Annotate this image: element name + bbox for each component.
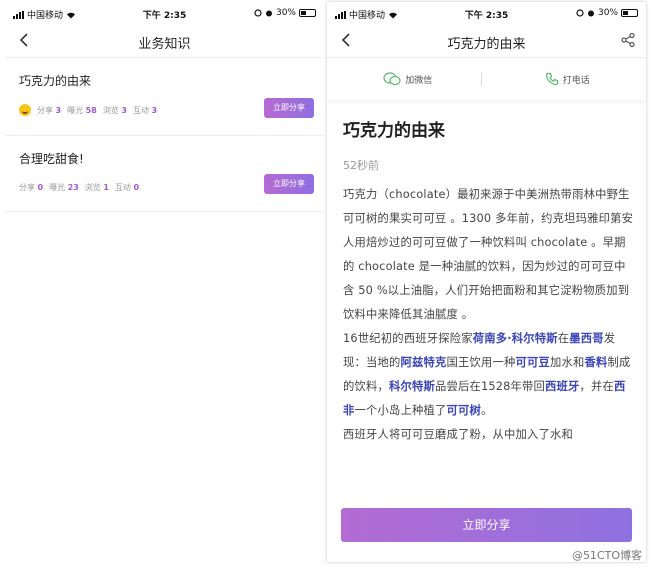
link-cocoa-tree[interactable]: 可可树 — [446, 404, 481, 417]
page-title: 业务知识 — [138, 37, 191, 52]
share-stat: 分享 3 — [37, 105, 62, 115]
location-icon — [576, 9, 584, 17]
item-title: 合理吃甜食! — [19, 152, 84, 166]
interact-stat: 互动 0 — [114, 183, 140, 192]
article-body: 巧克力的由来 52秒前 巧克力（chocolate）最初来源于中美洲热带雨林中野… — [327, 100, 646, 447]
link-cortes[interactable]: 科尔特斯 — [389, 380, 435, 393]
alarm-icon — [587, 10, 594, 17]
nav-bar: 业务知识 — [5, 24, 324, 58]
article-paragraph-1: 巧克力（chocolate）最初来源于中美洲热带雨林中野生可可树的果实可可豆 。… — [343, 188, 634, 321]
screenshot-canvas: 中国移动 下午 2:35 30% 业务知识 巧克力的由来 分享 3 曝光 58 … — [0, 0, 650, 569]
page-title: 巧克力的由来 — [447, 37, 526, 52]
link-spice[interactable]: 香料 — [584, 356, 607, 369]
share-now-button[interactable]: 立即分享 — [264, 174, 314, 194]
share-now-button[interactable]: 立即分享 — [341, 508, 632, 542]
battery-icon — [621, 9, 638, 17]
article-time: 52秒前 — [343, 159, 379, 172]
view-stat: 浏览 3 — [102, 105, 127, 115]
phone-list-screen: 中国移动 下午 2:35 30% 业务知识 巧克力的由来 分享 3 曝光 58 … — [5, 2, 324, 562]
item-title: 巧克力的由来 — [19, 74, 92, 88]
nav-bar: 巧克力的由来 — [327, 24, 646, 58]
view-stat: 浏览 1 — [84, 183, 109, 192]
phone-article-screen: 中国移动 下午 2:35 30% 巧克力的由来 加微信 打电话 巧克力的由来 5… — [327, 2, 646, 562]
phone-label: 打电话 — [562, 75, 590, 86]
alarm-icon — [265, 10, 272, 17]
battery-percent: 30% — [275, 8, 296, 18]
divider — [481, 72, 482, 86]
article-title: 巧克力的由来 — [343, 121, 445, 141]
wechat-icon — [383, 72, 401, 86]
exposure-stat: 曝光 23 — [49, 183, 79, 192]
share-now-button[interactable]: 立即分享 — [264, 98, 314, 118]
share-stat: 分享 0 — [19, 183, 44, 192]
interact-stat: 互动 3 — [132, 105, 158, 115]
item-stats: 分享 3 曝光 58 浏览 3 互动 3 — [19, 104, 157, 116]
contact-bar: 加微信 打电话 — [327, 58, 646, 100]
add-wechat-option[interactable]: 加微信 — [383, 72, 432, 86]
location-icon — [254, 9, 262, 17]
status-bar: 中国移动 下午 2:35 30% — [327, 2, 646, 24]
share-icon[interactable] — [620, 32, 636, 48]
battery-percent: 30% — [597, 8, 618, 18]
list-item[interactable]: 巧克力的由来 分享 3 曝光 58 浏览 3 互动 3 立即分享 — [5, 58, 324, 136]
link-cocoa-bean[interactable]: 可可豆 — [515, 356, 550, 369]
list-item[interactable]: 合理吃甜食! 分享 0 曝光 23 浏览 1 互动 0 立即分享 — [5, 136, 324, 212]
link-hernando[interactable]: 荷南多·科尔特斯 — [473, 332, 558, 345]
phone-icon — [545, 72, 558, 86]
status-right: 30% — [576, 8, 638, 18]
link-spain[interactable]: 西班牙 — [545, 380, 580, 393]
link-mexico[interactable]: 墨西哥 — [569, 332, 604, 345]
emoji-avatar-icon — [19, 104, 31, 116]
article-paragraph-3: 西班牙人将可可豆磨成了粉，从中加入了水和 — [343, 428, 573, 441]
link-aztec[interactable]: 阿兹特克 — [401, 356, 447, 369]
exposure-stat: 曝光 58 — [67, 105, 97, 115]
watermark: @51CTO博客 — [571, 549, 642, 562]
wechat-label: 加微信 — [405, 75, 433, 86]
status-right: 30% — [254, 8, 316, 18]
article-paragraph-2: 16世纪初的西班牙探险家荷南多·科尔特斯在墨西哥发现：当地的阿兹特克国王饮用一种… — [343, 332, 631, 417]
call-option[interactable]: 打电话 — [545, 72, 590, 86]
item-stats: 分享 0 曝光 23 浏览 1 互动 0 — [19, 182, 139, 193]
status-bar: 中国移动 下午 2:35 30% — [5, 2, 324, 24]
battery-icon — [299, 9, 316, 17]
